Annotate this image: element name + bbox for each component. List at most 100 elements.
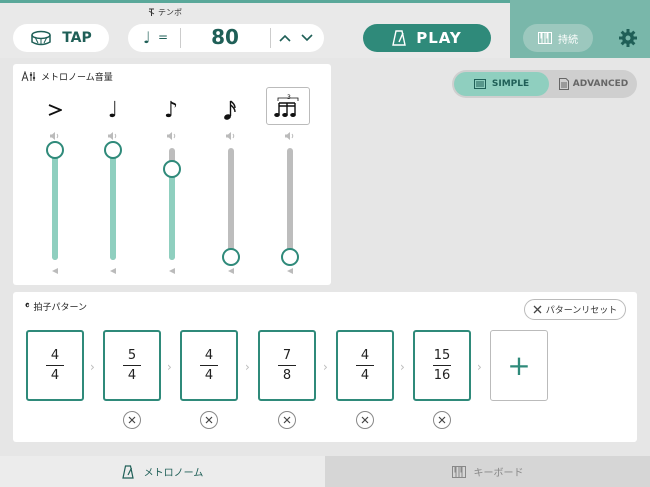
sustain-button[interactable]: 持続 [523, 24, 593, 52]
chevron-up-icon [279, 34, 291, 42]
volume-panel-title: メトロノーム音量 [21, 70, 113, 83]
play-button[interactable]: PLAY [363, 24, 491, 52]
fraction-bar [123, 365, 141, 366]
metronome-small-icon [148, 8, 155, 16]
advanced-mode-button[interactable]: ADVANCED [552, 72, 635, 96]
denominator: 4 [204, 368, 214, 383]
chevron-down-icon [301, 34, 313, 42]
svg-text:3: 3 [287, 94, 291, 101]
pattern-reset-button[interactable]: パターンリセット [524, 299, 626, 320]
delete-pattern-button[interactable] [356, 411, 374, 429]
sixteenth-note-icon [208, 92, 252, 128]
volume-title-text: メトロノーム音量 [41, 73, 113, 83]
beat-panel-title: 𝄴 拍子パターン [25, 300, 87, 313]
fraction-bar [46, 365, 64, 366]
chevron-right-icon: › [90, 360, 95, 374]
numerator: 5 [127, 348, 137, 363]
quarter-note-icon: ♩ [143, 28, 151, 47]
triplet-icon[interactable]: 3 [266, 87, 310, 125]
slider-knob[interactable] [46, 141, 64, 159]
mute-icon [110, 268, 116, 274]
delete-pattern-button[interactable] [123, 411, 141, 429]
mute-icon [169, 268, 175, 274]
fraction-bar [433, 365, 451, 366]
tempo-label-text: テンポ [158, 8, 182, 17]
speaker-icon [50, 132, 59, 140]
piano-icon [451, 465, 466, 478]
tempo-control: ♩ = 80 [128, 24, 324, 52]
tempo-value[interactable]: 80 [180, 25, 270, 49]
eighth-note-icon: ♪ [163, 97, 179, 123]
numerator: 4 [50, 348, 60, 363]
chevron-right-icon: › [323, 360, 328, 374]
common-time-icon: 𝄴 [25, 301, 30, 312]
speaker-icon [108, 132, 117, 140]
time-signature-card[interactable]: 5 4 [103, 330, 161, 401]
slider-knob[interactable] [163, 160, 181, 178]
time-signature-card[interactable]: 15 16 [413, 330, 471, 401]
play-label: PLAY [416, 29, 462, 47]
metronome-icon [392, 30, 407, 46]
beat-pattern-panel: 𝄴 拍子パターン パターンリセット 4 4 › 5 4 › 4 4 › 7 8 … [13, 292, 637, 442]
tempo-down-button[interactable] [299, 29, 315, 47]
tempo-label: テンポ [147, 7, 182, 18]
simple-label: SIMPLE [491, 79, 530, 89]
document-icon [558, 78, 569, 90]
fraction-bar [356, 365, 374, 366]
speaker-icon [285, 132, 294, 140]
chevron-right-icon: › [477, 360, 482, 374]
fraction-bar [278, 365, 296, 366]
delete-pattern-button[interactable] [433, 411, 451, 429]
denominator: 8 [282, 368, 292, 383]
time-signature-card[interactable]: 4 4 [336, 330, 394, 401]
denominator: 4 [360, 368, 370, 383]
chevron-right-icon: › [400, 360, 405, 374]
fraction-bar [200, 365, 218, 366]
tempo-up-button[interactable] [277, 29, 293, 47]
piano-icon [538, 32, 552, 44]
chevron-right-icon: › [167, 360, 172, 374]
tempo-divider [270, 28, 271, 48]
slider-knob[interactable] [104, 141, 122, 159]
metronome-volume-panel: メトロノーム音量 ♩ ♪ 3 [13, 64, 331, 285]
mixer-icon [21, 71, 36, 82]
accent-icon [33, 92, 77, 128]
slider-knob[interactable] [222, 248, 240, 266]
numerator: 15 [433, 348, 451, 363]
denominator: 4 [50, 368, 60, 383]
speaker-icon [226, 132, 235, 140]
add-pattern-button[interactable]: + [490, 330, 548, 401]
denominator: 16 [433, 368, 451, 383]
denominator: 4 [127, 368, 137, 383]
quarter-note-icon: ♩ [107, 97, 119, 123]
delete-pattern-button[interactable] [278, 411, 296, 429]
numerator: 4 [204, 348, 214, 363]
sustain-label: 持続 [558, 34, 578, 46]
tab-keyboard-label: キーボード [473, 468, 524, 479]
tap-button[interactable]: TAP [13, 24, 109, 52]
simple-mode-button[interactable]: SIMPLE [454, 72, 549, 96]
tab-keyboard[interactable]: キーボード [325, 456, 650, 487]
time-signature-card[interactable]: 4 4 [180, 330, 238, 401]
reset-label: パターンリセット [545, 306, 618, 316]
speaker-icon [167, 132, 176, 140]
advanced-label: ADVANCED [572, 79, 629, 89]
tab-metronome[interactable]: メトロノーム [0, 456, 325, 487]
mute-icon [228, 268, 234, 274]
close-icon [205, 416, 213, 424]
numerator: 4 [360, 348, 370, 363]
time-signature-card[interactable]: 7 8 [258, 330, 316, 401]
slider-knob[interactable] [281, 248, 299, 266]
beat-title-text: 拍子パターン [33, 303, 88, 313]
tempo-equals: = [158, 30, 169, 44]
delete-pattern-button[interactable] [200, 411, 218, 429]
close-icon [533, 305, 542, 314]
metronome-icon [121, 464, 134, 479]
time-signature-card[interactable]: 4 4 [26, 330, 84, 401]
tap-label: TAP [62, 30, 92, 46]
numerator: 7 [282, 348, 292, 363]
close-icon [438, 416, 446, 424]
drum-icon [31, 30, 51, 46]
close-icon [361, 416, 369, 424]
gear-icon[interactable] [618, 28, 638, 48]
